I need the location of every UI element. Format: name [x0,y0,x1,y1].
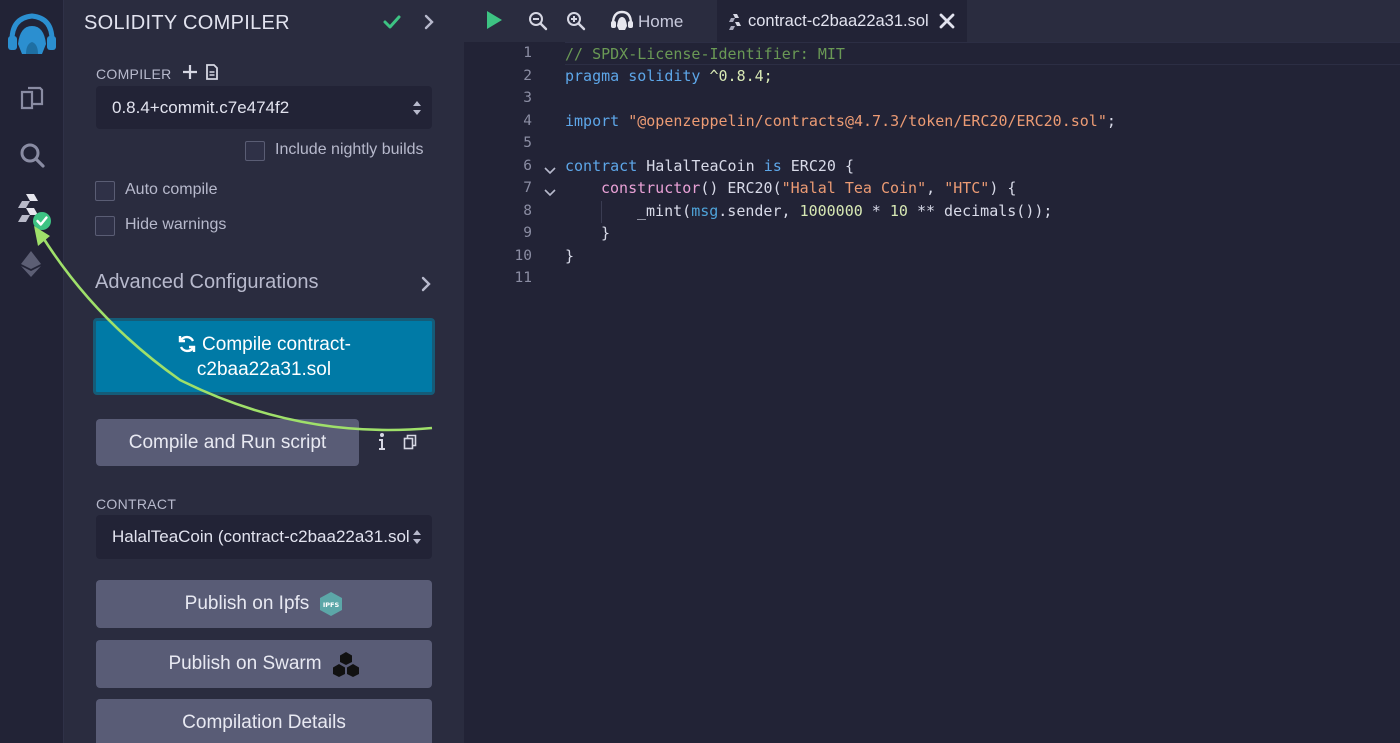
code-line-1: // SPDX-License-Identifier: MIT [565,45,845,63]
copy-icon[interactable] [403,434,417,455]
line-number: 10 [514,248,532,264]
solidity-compiler-panel: SOLIDITY COMPILER COMPILER 0.8.4+commit.… [64,0,464,743]
code-line-2: pragma solidity ^0.8.4; [565,67,773,85]
compilation-details-label: Compilation Details [182,712,346,733]
close-tab-icon[interactable] [939,13,955,34]
auto-compile-label: Auto compile [125,181,218,198]
line-number: 7 [523,180,532,196]
compile-button-label-line2: c2baa22a31.sol [196,358,332,380]
code-line-9: } [601,224,611,242]
include-nightly-checkbox[interactable] [245,141,265,161]
ipfs-icon: IPFS [320,592,343,616]
tab-home[interactable]: Home [638,12,683,32]
compile-and-run-button[interactable]: Compile and Run script [96,419,359,466]
tab-bar: Home contract-c2baa22a31.sol [464,0,1400,42]
select-arrows-icon [412,528,422,546]
compiler-version-value: 0.8.4+commit.c7e474f2 [112,97,290,117]
compiler-label: COMPILER [96,66,172,82]
editor: Home contract-c2baa22a31.sol 1 2 3 4 5 6… [464,0,1400,743]
contract-label: CONTRACT [96,496,177,512]
solidity-compiler-icon[interactable] [0,188,64,236]
code-area[interactable]: // SPDX-License-Identifier: MIT pragma s… [565,42,1400,743]
line-number: 2 [523,68,532,84]
compiler-version-select[interactable]: 0.8.4+commit.c7e474f2 [96,86,432,129]
chevron-right-icon[interactable] [422,13,436,36]
fold-chevron-icon[interactable] [543,163,557,181]
panel-title: SOLIDITY COMPILER [84,12,290,34]
home-tab-icon[interactable] [610,9,634,38]
publish-swarm-button[interactable]: Publish on Swarm [96,640,432,688]
line-number: 9 [523,225,532,241]
zoom-in-icon[interactable] [566,11,586,36]
code-line-8: _mint(msg.sender, 1000000 * 10 ** decima… [637,202,1053,220]
line-number: 5 [523,135,532,151]
auto-compile-checkbox[interactable] [95,181,115,201]
line-number: 1 [523,45,532,61]
line-number: 11 [514,270,532,286]
compilation-details-button[interactable]: Compilation Details [96,699,432,743]
code-line-6: contract HalalTeaCoin is ERC20 { [565,157,854,175]
remix-ide: SOLIDITY COMPILER COMPILER 0.8.4+commit.… [0,0,1400,743]
deploy-run-icon[interactable] [0,240,64,288]
contract-select-value: HalalTeaCoin (contract-c2baa22a31.sol) [112,527,410,546]
compile-and-run-label: Compile and Run script [128,431,327,453]
line-number: 3 [523,90,532,106]
icon-bar [0,0,64,743]
info-icon[interactable] [377,432,387,457]
run-icon[interactable] [484,10,504,35]
publish-ipfs-label: Publish on Ipfs [184,593,310,614]
compile-button-label-line1: Compile contract- [202,333,351,355]
search-icon[interactable] [0,131,64,179]
publish-swarm-label: Publish on Swarm [168,653,322,674]
ipfs-badge-text: IPFS [323,601,340,609]
hide-warnings-checkbox[interactable] [95,216,115,236]
tab-file-label: contract-c2baa22a31.sol [748,12,929,30]
remix-logo-icon[interactable] [0,6,64,62]
select-arrows-icon [413,100,421,115]
publish-ipfs-button[interactable]: Publish on Ipfs IPFS [96,580,432,628]
swarm-icon [332,652,359,677]
line-number: 4 [523,113,532,129]
document-icon[interactable] [205,63,219,86]
hide-warnings-label: Hide warnings [125,216,227,233]
tab-contract-file[interactable]: contract-c2baa22a31.sol [717,0,967,42]
indent-guide [601,201,602,223]
checkmark-icon [382,12,402,37]
code-line-7: constructor() ERC20("Halal Tea Coin", "H… [601,179,1017,197]
zoom-out-icon[interactable] [528,11,548,36]
compile-button[interactable]: Compile contract- c2baa22a31.sol [93,318,435,395]
advanced-chevron-icon[interactable] [420,275,432,298]
file-explorer-icon[interactable] [0,74,64,122]
advanced-configurations-toggle[interactable]: Advanced Configurations [95,271,318,294]
refresh-icon [178,335,196,353]
code-line-10: } [565,247,575,265]
line-number-gutter: 1 2 3 4 5 6 7 8 9 10 11 [464,42,565,743]
include-nightly-label: Include nightly builds [275,141,424,158]
solidity-file-icon [729,13,741,36]
line-number: 8 [523,203,532,219]
fold-chevron-icon[interactable] [543,185,557,203]
code-line-4: import "@openzeppelin/contracts@4.7.3/to… [565,112,1116,130]
add-compiler-icon[interactable] [182,64,198,85]
line-number: 6 [523,158,532,174]
contract-select[interactable]: HalalTeaCoin (contract-c2baa22a31.sol) [96,515,432,559]
